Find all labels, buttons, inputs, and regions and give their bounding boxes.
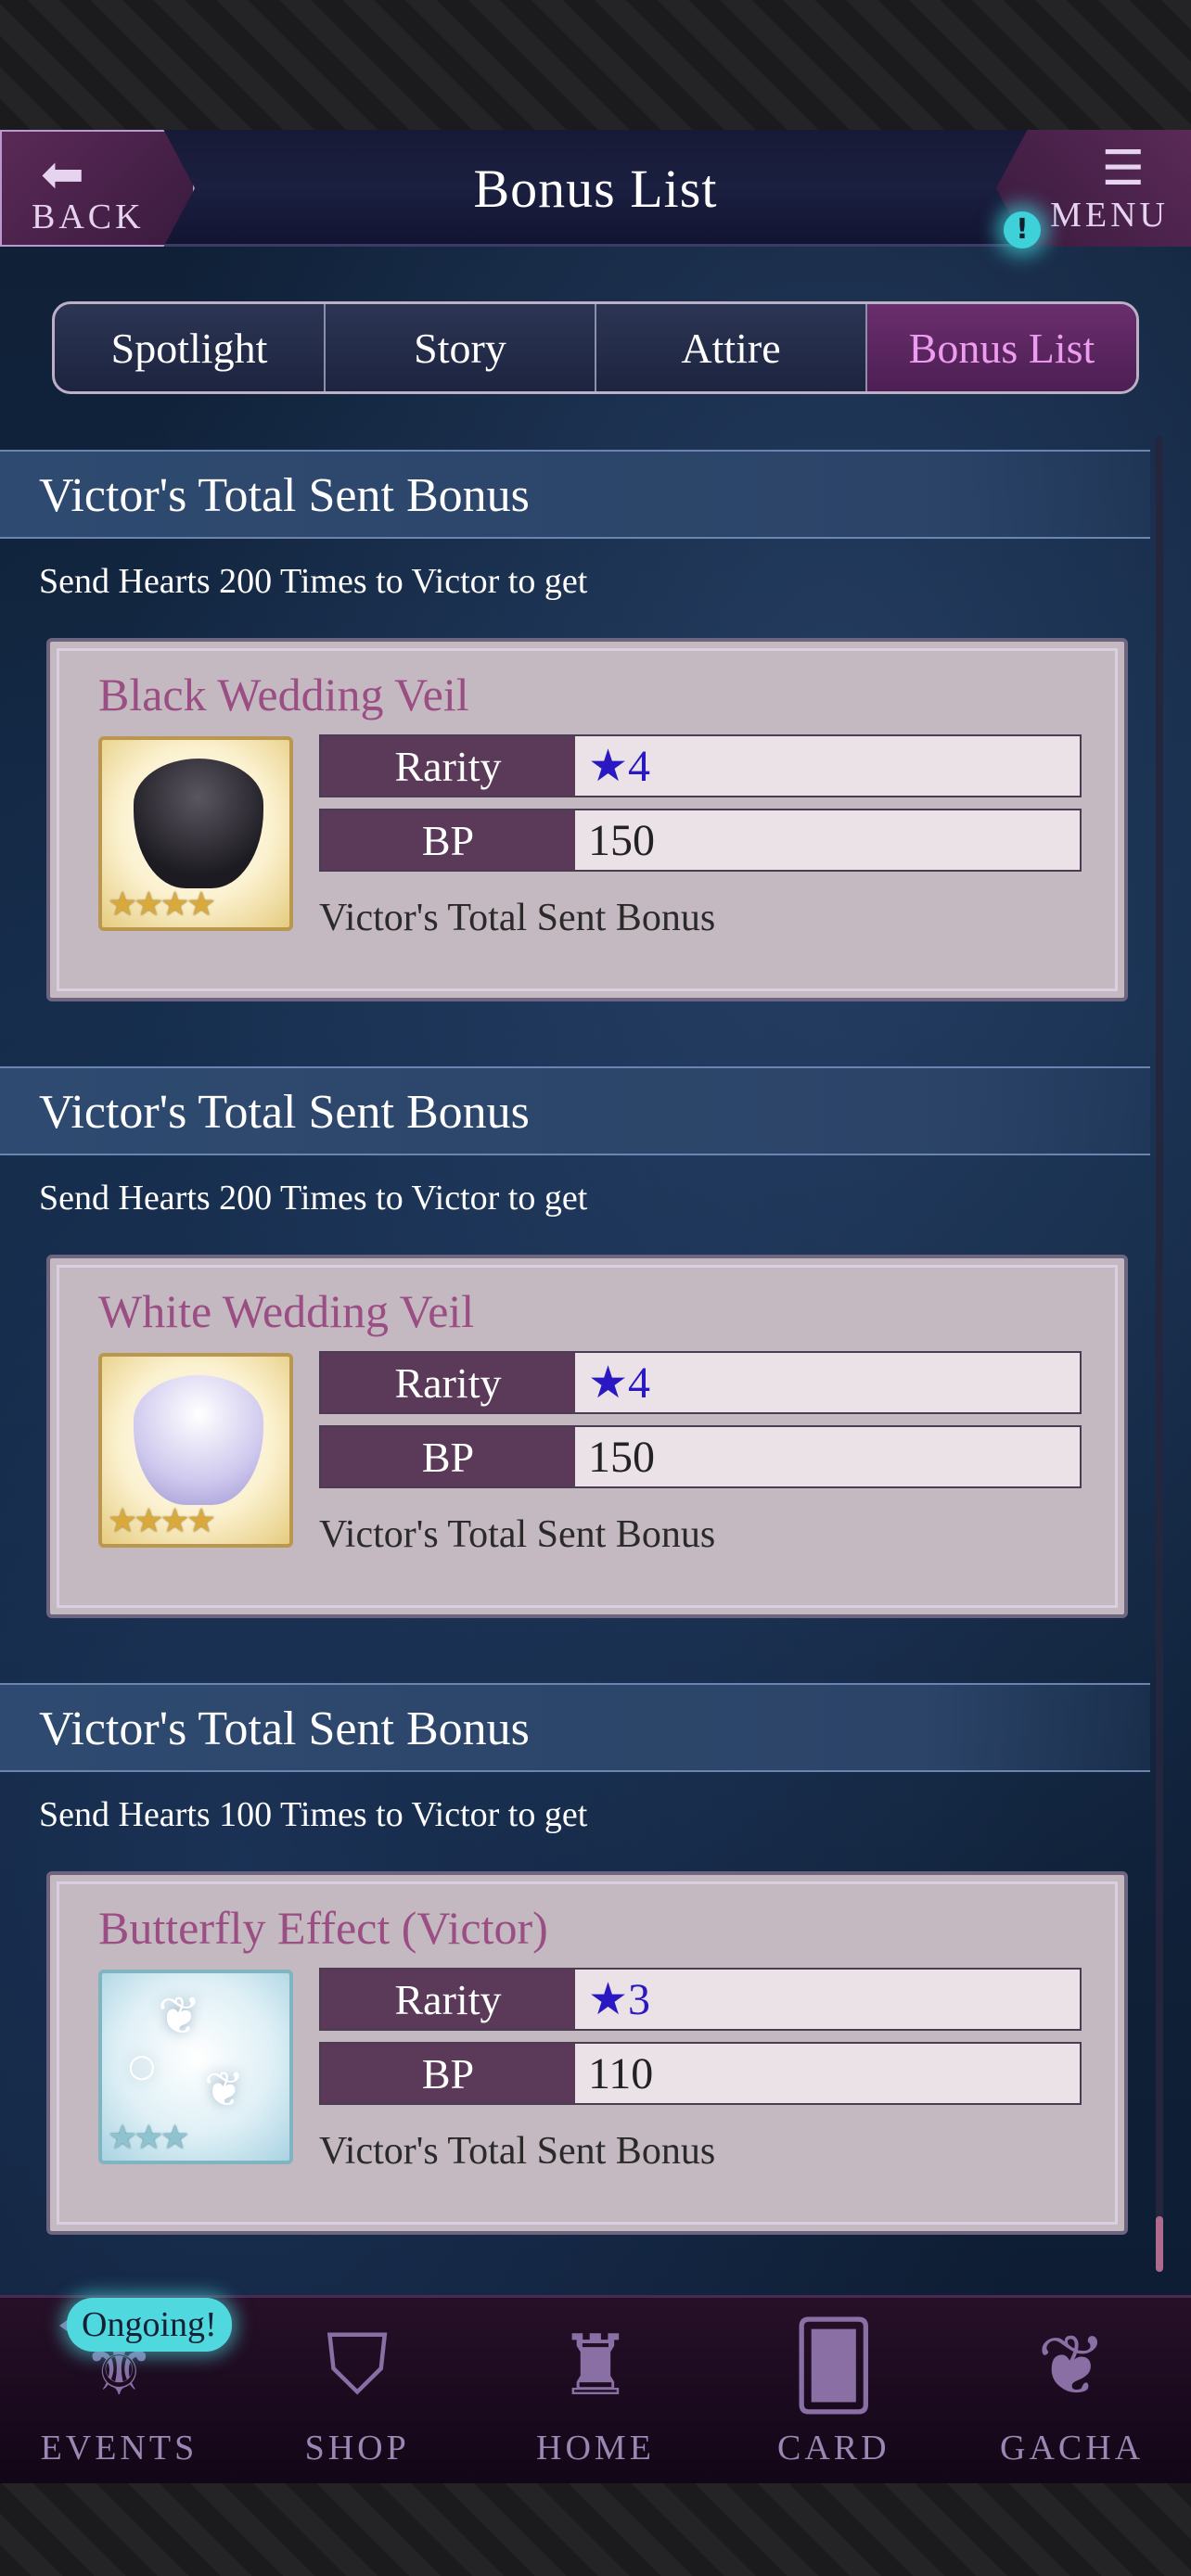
rarity-row: Rarity ★4 [319, 1351, 1082, 1414]
nav-gacha[interactable]: ❦ GACHA [953, 2298, 1191, 2483]
item-name: White Wedding Veil [98, 1285, 475, 1337]
bp-label: BP [321, 810, 575, 870]
bp-label: BP [321, 1427, 575, 1486]
section-description: Send Hearts 100 Times to Victor to get [39, 1795, 588, 1834]
nav-shop[interactable]: ⛉ SHOP [238, 2298, 477, 2483]
back-button[interactable]: ⬅ BACK [0, 130, 195, 247]
section-description: Send Hearts 200 Times to Victor to get [39, 562, 588, 601]
rarity-label: Rarity [321, 1353, 575, 1412]
shop-icon: ⛉ [326, 2316, 389, 2414]
menu-list-icon: ☰ [1101, 141, 1145, 197]
nav-label: EVENTS [40, 2429, 198, 2468]
butterfly-icon: ❦ [204, 2062, 245, 2118]
bp-row: BP 150 [319, 809, 1082, 872]
black-veil-icon [134, 759, 263, 888]
tab-attire[interactable]: Attire [596, 304, 867, 391]
menu-label: MENU [1050, 196, 1169, 235]
nav-home[interactable]: ♜ HOME [477, 2298, 715, 2483]
section-header: Victor's Total Sent Bonus [0, 450, 1150, 539]
back-label: BACK [32, 198, 145, 236]
butterfly-icon: ❦ [1036, 2316, 1108, 2415]
bp-row: BP 110 [319, 2042, 1082, 2105]
rarity-label: Rarity [321, 1970, 575, 2029]
bonus-section: Victor's Total Sent Bonus Send Hearts 10… [0, 1674, 1150, 2290]
bonus-name: Victor's Total Sent Bonus [319, 2130, 716, 2173]
item-thumbnail[interactable]: ❦ ❦ ○ ★★★ [98, 1970, 293, 2164]
bp-value: 150 [575, 1427, 1080, 1486]
home-indicator-area [0, 2483, 1191, 2576]
section-title: Victor's Total Sent Bonus [39, 1702, 530, 1755]
reward-card[interactable]: Butterfly Effect (Victor) ❦ ❦ ○ ★★★ Rari… [46, 1871, 1128, 2235]
scrollbar[interactable] [1156, 436, 1163, 2272]
scrollbar-thumb[interactable] [1156, 2216, 1163, 2272]
tab-story[interactable]: Story [326, 304, 596, 391]
section-description: Send Hearts 200 Times to Victor to get [39, 1179, 588, 1218]
rarity-stars-icon: ★★★★ [108, 1502, 216, 1540]
status-bar-area [0, 0, 1191, 130]
rarity-value: ★3 [575, 1970, 1080, 2029]
item-name: Black Wedding Veil [98, 669, 469, 721]
ongoing-badge: Ongoing! [67, 2298, 232, 2352]
nav-card[interactable]: 🂠 CARD [714, 2298, 953, 2483]
castle-icon: ♜ [557, 2316, 634, 2415]
tab-bar: Spotlight Story Attire Bonus List [52, 301, 1139, 394]
item-thumbnail[interactable]: ★★★★ [98, 1353, 293, 1548]
bonus-list[interactable]: Victor's Total Sent Bonus Send Hearts 20… [0, 440, 1150, 2290]
bubble-icon: ○ [128, 2047, 156, 2085]
rarity-row: Rarity ★4 [319, 734, 1082, 797]
butterfly-icon: ❦ [158, 1986, 201, 2047]
bp-value: 150 [575, 810, 1080, 870]
section-title: Victor's Total Sent Bonus [39, 469, 530, 522]
bp-value: 110 [575, 2044, 1080, 2103]
tab-bonus-list[interactable]: Bonus List [867, 304, 1136, 391]
bonus-section: Victor's Total Sent Bonus Send Hearts 20… [0, 1057, 1150, 1674]
rarity-value: ★4 [575, 736, 1080, 796]
item-thumbnail[interactable]: ★★★★ [98, 736, 293, 931]
menu-alert-badge: ! [1004, 211, 1041, 249]
nav-label: CARD [777, 2429, 890, 2468]
section-title: Victor's Total Sent Bonus [39, 1086, 530, 1139]
section-header: Victor's Total Sent Bonus [0, 1683, 1150, 1772]
rarity-label: Rarity [321, 736, 575, 796]
bp-label: BP [321, 2044, 575, 2103]
card-icon: 🂠 [790, 2316, 877, 2415]
bonus-name: Victor's Total Sent Bonus [319, 897, 716, 939]
bp-row: BP 150 [319, 1425, 1082, 1488]
nav-label: SHOP [304, 2429, 410, 2468]
nav-label: HOME [536, 2429, 655, 2468]
item-name: Butterfly Effect (Victor) [98, 1902, 548, 1954]
section-header: Victor's Total Sent Bonus [0, 1066, 1150, 1155]
reward-card[interactable]: Black Wedding Veil ★★★★ Rarity ★4 BP 150… [46, 638, 1128, 1001]
rarity-stars-icon: ★★★★ [108, 886, 216, 924]
tab-spotlight[interactable]: Spotlight [55, 304, 326, 391]
bonus-section: Victor's Total Sent Bonus Send Hearts 20… [0, 440, 1150, 1057]
nav-label: GACHA [1000, 2429, 1145, 2468]
reward-card[interactable]: White Wedding Veil ★★★★ Rarity ★4 BP 150… [46, 1255, 1128, 1618]
bonus-name: Victor's Total Sent Bonus [319, 1513, 716, 1556]
rarity-value: ★4 [575, 1353, 1080, 1412]
rarity-stars-icon: ★★★ [108, 2119, 190, 2157]
rarity-row: Rarity ★3 [319, 1968, 1082, 2031]
white-veil-icon [134, 1375, 263, 1505]
